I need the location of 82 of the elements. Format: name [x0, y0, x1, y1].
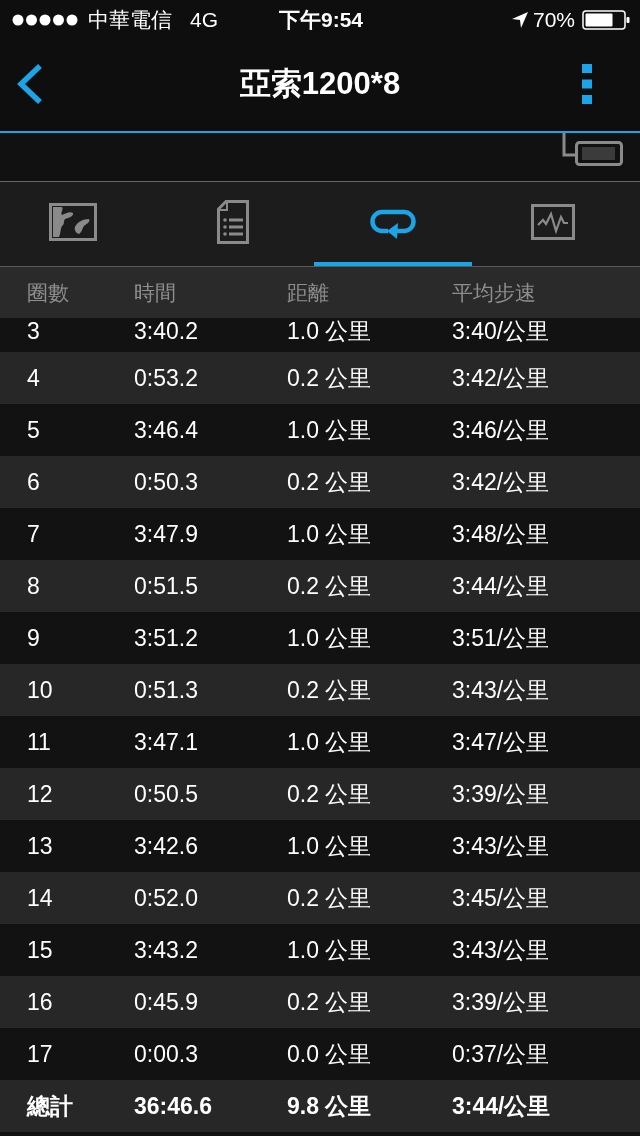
table-cell-text: 16	[27, 989, 54, 1015]
page-title: 亞索1200*8	[239, 64, 401, 103]
table-cell-text: 3:43/公里	[452, 833, 551, 859]
table-cell-text: 3:47.1	[134, 729, 199, 755]
table-cell-text: 0:00.3	[134, 1041, 199, 1067]
table-cell-text: 0:50.3	[134, 469, 199, 495]
column-header: 時間	[134, 279, 177, 306]
table-cell-text: 1.0 公里	[287, 937, 373, 963]
table-cell-text: 6	[27, 469, 41, 495]
status-time: 下午9:54	[279, 7, 363, 33]
table-cell-text: 3:43/公里	[452, 677, 551, 703]
table-cell-text: 3	[27, 318, 41, 344]
table-cell-text: 3:43.2	[134, 937, 199, 963]
table-cell-text: 1.0 公里	[287, 833, 373, 859]
table-cell-text: 0:37/公里	[452, 1041, 551, 1067]
table-cell-text: 3:43/公里	[452, 937, 551, 963]
table-cell-text: 7	[27, 521, 41, 547]
column-header: 距離	[287, 279, 330, 306]
table-cell-text: 1.0 公里	[287, 729, 373, 755]
table-cell-text: 0:53.2	[134, 365, 199, 391]
map-icon	[49, 203, 97, 241]
carrier-name: 中華電信	[88, 7, 172, 33]
table-cell-text: 3:42.6	[134, 833, 199, 859]
table-cell-text: 1.0 公里	[287, 521, 373, 547]
table-cell-text: 3:44/公里	[452, 573, 551, 599]
table-cell-text: 0.2 公里	[287, 469, 373, 495]
location-arrow-icon	[511, 12, 528, 28]
table-cell-text: 5	[27, 417, 41, 443]
table-cell-text: 8	[27, 573, 41, 599]
table-cell-text: 0.2 公里	[287, 573, 373, 599]
table-cell-text: 0.2 公里	[287, 989, 373, 1015]
document-list-icon	[217, 200, 249, 244]
column-header: 平均步速	[452, 279, 537, 306]
table-cell-text: 3:39/公里	[452, 989, 551, 1015]
table-cell-text: 0.2 公里	[287, 885, 373, 911]
table-cell-text: 0.2 公里	[287, 781, 373, 807]
table-cell-text: 9.8 公里	[287, 1093, 373, 1119]
table-cell-text: 14	[27, 885, 54, 911]
table-cell-text: 1.0 公里	[287, 625, 373, 651]
table-cell-text: 4	[27, 365, 41, 391]
table-cell-text: 3:51.2	[134, 625, 199, 651]
back-chevron-icon	[16, 62, 44, 105]
table-cell-text: 0:50.5	[134, 781, 199, 807]
table-cell-text: 9	[27, 625, 41, 651]
table-cell-text: 1.0 公里	[287, 417, 373, 443]
table-cell-text: 3:40/公里	[452, 318, 551, 344]
table-cell-text: 10	[27, 677, 54, 703]
table-cell-text: 3:40.2	[134, 318, 199, 344]
column-header: 圈數	[27, 279, 70, 306]
table-cell-text: 36:46.6	[134, 1093, 213, 1119]
table-cell-text: 總計	[27, 1093, 74, 1119]
table-cell-text: 0:45.9	[134, 989, 199, 1015]
table-cell-text: 12	[27, 781, 54, 807]
signal-icon	[12, 14, 78, 26]
table-cell-text: 0.2 公里	[287, 677, 373, 703]
table-cell-text: 3:39/公里	[452, 781, 551, 807]
table-cell-text: 15	[27, 937, 54, 963]
table-cell-text: 3:48/公里	[452, 521, 551, 547]
table-cell-text: 0:51.5	[134, 573, 199, 599]
table-cell-text: 3:42/公里	[452, 365, 551, 391]
table-cell-text: 0:51.3	[134, 677, 199, 703]
table-cell-text: 3:47.9	[134, 521, 199, 547]
battery-percent: 70%	[532, 8, 575, 32]
table-cell-text: 13	[27, 833, 54, 859]
table-cell-text: 3:46.4	[134, 417, 199, 443]
more-button[interactable]	[580, 61, 594, 106]
network-type: 4G	[190, 8, 218, 32]
table-cell-text: 3:46/公里	[452, 417, 551, 443]
table-cell-text: 3:51/公里	[452, 625, 551, 651]
table-cell-text: 0:52.0	[134, 885, 199, 911]
table-cell-text: 0.0 公里	[287, 1041, 373, 1067]
table-cell-text: 11	[27, 729, 52, 755]
kebab-menu-icon	[582, 63, 592, 104]
table-cell-text: 1.0 公里	[287, 318, 373, 344]
table-cell-text: 0.2 公里	[287, 365, 373, 391]
pulse-chart-icon	[531, 204, 575, 240]
table-cell-text: 17	[27, 1041, 54, 1067]
battery-icon	[582, 10, 630, 30]
table-cell-text: 3:45/公里	[452, 885, 551, 911]
table-cell-text: 3:47/公里	[452, 729, 551, 755]
table-cell-text: 3:42/公里	[452, 469, 551, 495]
table-cell-text: 3:44/公里	[452, 1093, 552, 1119]
